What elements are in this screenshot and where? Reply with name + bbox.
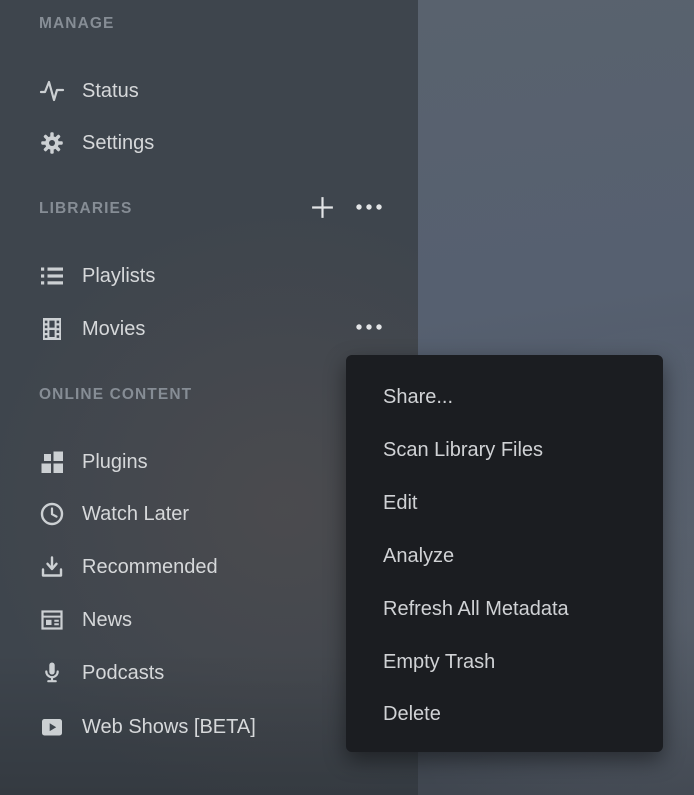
sidebar-item-label: Movies	[82, 318, 145, 341]
section-header-manage: MANAGE	[39, 14, 115, 34]
news-icon	[39, 607, 65, 633]
sidebar-item-playlists[interactable]: Playlists	[0, 256, 418, 296]
sidebar-item-status[interactable]: Status	[0, 71, 418, 111]
ellipsis-icon	[353, 201, 385, 213]
menu-item-share[interactable]: Share...	[346, 377, 663, 417]
section-header-libraries: LIBRARIES	[39, 199, 132, 219]
plugins-icon	[39, 449, 65, 475]
ellipsis-icon	[353, 321, 385, 333]
sidebar-item-label: News	[82, 609, 132, 632]
menu-item-edit[interactable]: Edit	[346, 483, 663, 523]
play-video-icon	[39, 714, 65, 740]
sidebar-item-label: Watch Later	[82, 503, 189, 526]
menu-item-delete[interactable]: Delete	[346, 694, 663, 734]
menu-item-analyze[interactable]: Analyze	[346, 536, 663, 576]
clock-icon	[39, 501, 65, 527]
activity-icon	[39, 78, 65, 104]
menu-item-scan-library[interactable]: Scan Library Files	[346, 430, 663, 470]
movies-more-button[interactable]	[351, 317, 387, 337]
gear-icon	[39, 130, 65, 156]
sidebar-item-label: Status	[82, 80, 139, 103]
film-icon	[39, 316, 65, 342]
libraries-more-button[interactable]	[351, 197, 387, 217]
menu-item-empty-trash[interactable]: Empty Trash	[346, 642, 663, 682]
microphone-icon	[39, 660, 65, 686]
download-icon	[39, 554, 65, 580]
sidebar-item-settings[interactable]: Settings	[0, 123, 418, 163]
sidebar-item-label: Playlists	[82, 265, 155, 288]
plus-icon	[309, 194, 336, 221]
sidebar-item-label: Podcasts	[82, 662, 164, 685]
menu-item-refresh-metadata[interactable]: Refresh All Metadata	[346, 589, 663, 629]
playlists-icon	[39, 263, 65, 289]
plex-app-screen: MANAGE Status Settings LI	[0, 0, 694, 795]
add-library-button[interactable]	[307, 192, 337, 222]
sidebar-item-label: Recommended	[82, 556, 218, 579]
sidebar-item-label: Web Shows [BETA]	[82, 716, 256, 739]
sidebar-item-label: Settings	[82, 132, 154, 155]
section-header-online-content: ONLINE CONTENT	[39, 385, 192, 405]
library-context-menu: Share... Scan Library Files Edit Analyze…	[346, 355, 663, 752]
sidebar-item-label: Plugins	[82, 451, 148, 474]
